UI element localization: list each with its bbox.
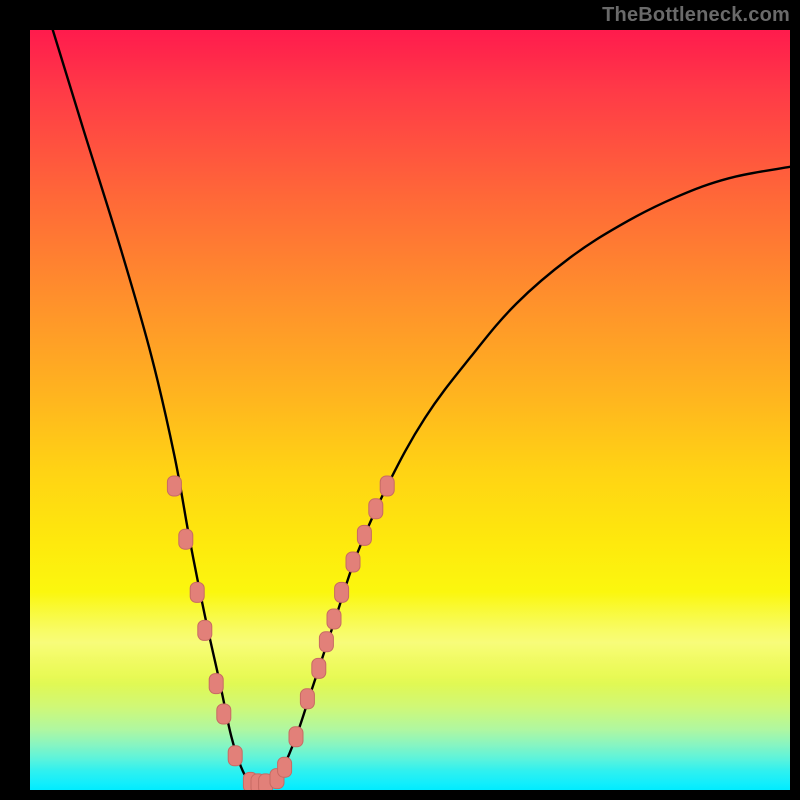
chart-frame: TheBottleneck.com [0,0,800,800]
bottleneck-curve [53,30,790,788]
marker-point [179,529,193,549]
marker-point [327,609,341,629]
plot-area [30,30,790,790]
marker-point [312,658,326,678]
marker-point [217,704,231,724]
marker-point [319,632,333,652]
watermark-text: TheBottleneck.com [602,4,790,27]
marker-point [300,689,314,709]
marker-point [167,476,181,496]
marker-point [228,746,242,766]
marker-point [369,499,383,519]
marker-group [167,476,394,790]
marker-point [346,552,360,572]
marker-point [335,582,349,602]
marker-point [209,674,223,694]
marker-point [198,620,212,640]
marker-point [357,525,371,545]
marker-point [380,476,394,496]
marker-point [289,727,303,747]
chart-svg [30,30,790,790]
marker-point [190,582,204,602]
marker-point [278,757,292,777]
